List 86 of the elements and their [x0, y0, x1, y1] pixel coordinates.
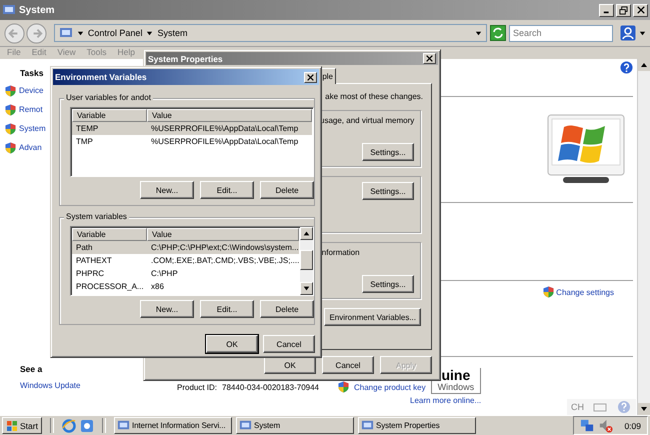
change-product-key-link[interactable]: Change product key: [354, 382, 426, 392]
dialog-button[interactable]: Cancel: [263, 335, 315, 353]
dialog-title: Environment Variables: [55, 72, 147, 82]
browser-icon[interactable]: [62, 418, 76, 432]
group-title: User variables for andot: [64, 93, 153, 102]
dialog-button[interactable]: Cancel: [322, 356, 374, 374]
breadcrumb-item[interactable]: Control Panel: [88, 28, 142, 38]
list-row[interactable]: PHPRC C:\PHP: [72, 267, 300, 280]
caret-icon[interactable]: [76, 30, 84, 36]
settings-button[interactable]: Settings...: [362, 275, 414, 293]
network-icon[interactable]: [580, 418, 596, 433]
shield-icon: [543, 286, 554, 298]
dialog-title: System Properties: [148, 54, 223, 64]
task-link[interactable]: Device: [19, 86, 44, 95]
taskbar-button[interactable]: System: [236, 417, 354, 434]
settings-button[interactable]: Settings...: [362, 143, 414, 161]
start-button[interactable]: Start: [2, 417, 42, 434]
shield-icon: [5, 84, 16, 96]
list-action-button[interactable]: Edit...: [200, 181, 254, 199]
window-title: System: [19, 4, 55, 16]
taskbar-button[interactable]: System Properties: [358, 417, 476, 434]
window-icon: [238, 419, 252, 432]
list-row[interactable]: TMP %USERPROFILE%\AppData\Local\Temp: [72, 135, 312, 148]
window-icon: [116, 419, 130, 432]
restore-icon: [619, 6, 628, 14]
dialog-button[interactable]: OK: [206, 335, 258, 353]
close-icon: [307, 74, 314, 80]
close-icon: [426, 55, 433, 62]
speaker-muted-icon[interactable]: [598, 418, 614, 433]
list-action-button[interactable]: Edit...: [200, 300, 254, 318]
list-action-button[interactable]: New...: [140, 181, 194, 199]
group-text: information: [320, 248, 360, 257]
windows-logo-monitor-icon: [547, 114, 625, 186]
note-text: ake most of these changes.: [325, 92, 423, 101]
change-settings-link[interactable]: Change settings: [556, 288, 614, 296]
column-header[interactable]: Variable: [72, 228, 147, 241]
scroll-down-icon[interactable]: [638, 403, 650, 415]
address-field[interactable]: Control Panel System: [54, 24, 488, 42]
task-link[interactable]: System: [19, 124, 46, 133]
close-icon: [636, 6, 644, 14]
caret-icon[interactable]: [639, 30, 646, 36]
settings-button[interactable]: Settings...: [362, 182, 414, 200]
list-row[interactable]: PROCESSOR_A... x86: [72, 280, 300, 293]
user-icon[interactable]: [620, 25, 636, 41]
system-icon: [2, 3, 16, 17]
group-title: System variables: [64, 212, 129, 221]
help-icon[interactable]: [620, 61, 633, 74]
window-icon: [360, 419, 374, 432]
breadcrumb-item[interactable]: System: [157, 28, 188, 38]
column-header[interactable]: Value: [147, 228, 300, 241]
shield-icon: [5, 104, 16, 116]
section-title: See a: [19, 364, 42, 374]
system-icon: [58, 26, 73, 40]
shield-icon: [5, 122, 16, 134]
list-row[interactable]: TEMP %USERPROFILE%\AppData\Local\Temp: [72, 122, 312, 135]
list-action-button[interactable]: Delete: [260, 300, 314, 318]
caret-icon[interactable]: [475, 30, 482, 36]
shield-icon: [5, 142, 16, 154]
desktop-icon[interactable]: [80, 418, 94, 432]
list-action-button[interactable]: New...: [140, 300, 194, 318]
list-action-button[interactable]: Delete: [260, 181, 314, 199]
taskbar-button[interactable]: Internet Information Servi...: [114, 417, 232, 434]
refresh-button[interactable]: [490, 25, 506, 41]
search-field[interactable]: Search: [509, 24, 614, 42]
scroll-thumb[interactable]: [300, 250, 313, 270]
product-id: 78440-034-0020183-70944: [222, 382, 319, 392]
close-button[interactable]: [304, 72, 317, 82]
caret-icon[interactable]: [146, 30, 154, 36]
scroll-down-icon[interactable]: [300, 282, 313, 295]
environment-variables-button[interactable]: Environment Variables...: [324, 308, 421, 326]
scroll-up-icon[interactable]: [638, 59, 650, 71]
windows-update-link[interactable]: Windows Update: [5, 381, 80, 390]
column-header[interactable]: Value: [147, 109, 312, 122]
scrollbar[interactable]: [637, 59, 650, 415]
list-row[interactable]: PATHEXT .COM;.EXE;.BAT;.CMD;.VBS;.VBE;.JS;....: [72, 254, 300, 267]
scroll-up-icon[interactable]: [300, 227, 313, 240]
scrollbar[interactable]: [300, 227, 313, 295]
product-id-label: Product ID:: [177, 382, 218, 392]
section-title: Tasks: [19, 68, 44, 78]
task-link[interactable]: Advan: [19, 143, 42, 152]
list-row[interactable]: Path C:\PHP;C:\PHP\ext;C:\Windows\system...: [72, 241, 300, 254]
shield-icon: [338, 381, 349, 393]
task-link[interactable]: Remot: [19, 105, 43, 114]
windows-flag-icon: [6, 420, 18, 432]
clock: 0:09: [624, 420, 641, 430]
column-header[interactable]: Variable: [72, 109, 147, 122]
